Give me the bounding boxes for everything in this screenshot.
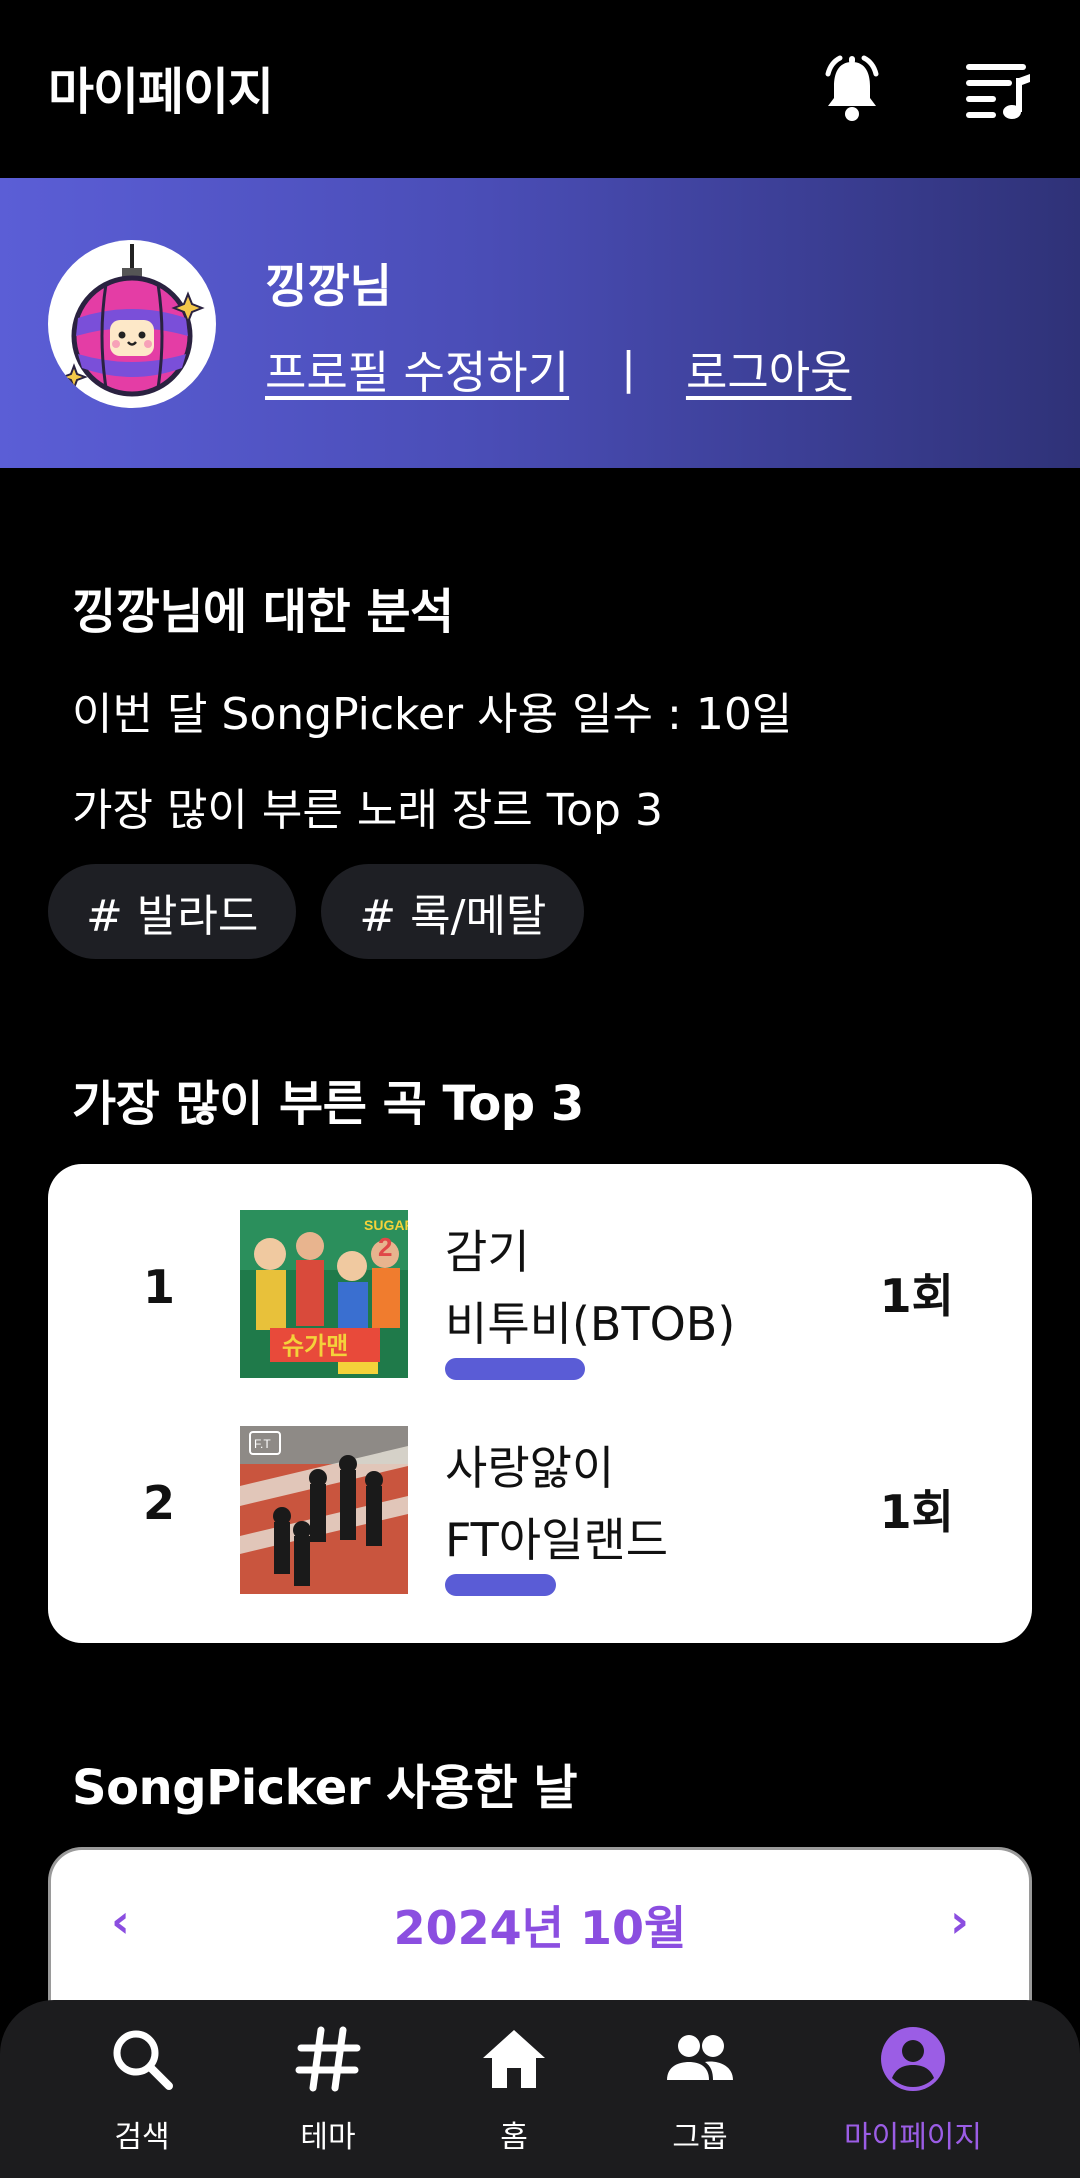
user-nickname: 낑깡님 [265,259,392,313]
play-count: 1회 [879,1269,954,1323]
genre-tags: # 발라드 # 록/메탈 [48,864,585,959]
nav-label: 마이페이지 [844,2120,982,2155]
song-row[interactable]: 2 F.T 사랑앓이 FT아일랜드 1회 [48,1426,1032,1596]
album-cover: F.T [240,1426,408,1594]
account-icon [881,2027,945,2091]
link-separator: | [621,343,636,394]
svg-text:F.T: F.T [254,1437,271,1451]
nav-mypage[interactable]: 마이페이지 [820,2000,1006,2178]
nav-search[interactable]: 검색 [49,2000,235,2178]
calendar-month: 2024년 10월 [393,1901,687,1955]
play-count-bar [445,1574,556,1596]
song-row[interactable]: 1 SUGAR 2 슈가맨 감기 비투비(BTOB) [48,1210,1032,1380]
group-icon [667,2035,733,2080]
top-songs-title: 가장 많이 부른 곡 Top 3 [72,1076,584,1132]
nav-group[interactable]: 그룹 [607,2000,793,2178]
nav-label: 그룹 [672,2120,728,2155]
nav-label: 홈 [500,2120,528,2155]
hashtag-icon [295,2026,361,2092]
app-header: 마이페이지 [0,0,1080,178]
svg-text:2: 2 [378,1232,392,1262]
disco-ball-avatar [60,244,205,397]
song-artist: 비투비(BTOB) [445,1297,736,1351]
song-title: 사랑앓이 [445,1441,615,1495]
svg-text:슈가맨: 슈가맨 [282,1332,348,1360]
nav-theme[interactable]: 테마 [235,2000,421,2178]
edit-profile-link[interactable]: 프로필 수정하기 [265,336,569,401]
avatar[interactable] [48,240,216,408]
top-songs-card: 1 SUGAR 2 슈가맨 감기 비투비(BTOB) [48,1164,1032,1643]
usage-days-text: 이번 달 SongPicker 사용 일수 : 10일 [72,689,793,740]
profile-actions: 프로필 수정하기 | 로그아웃 [265,336,852,401]
song-artist: FT아일랜드 [445,1513,669,1567]
album-cover: SUGAR 2 슈가맨 [240,1210,408,1378]
bell-icon[interactable] [820,52,884,124]
analysis-title: 낑깡님에 대한 분석 [72,584,454,640]
genre-tag[interactable]: # 발라드 [48,864,297,959]
page-title: 마이페이지 [48,63,274,121]
home-icon [483,2030,545,2088]
svg-text:SUGAR: SUGAR [364,1217,408,1233]
top-genre-heading: 가장 많이 부른 노래 장르 Top 3 [72,785,663,836]
search-icon [113,2030,173,2090]
song-rank: 2 [143,1476,176,1530]
nav-home[interactable]: 홈 [421,2000,607,2178]
play-count-bar [445,1358,585,1380]
play-count: 1회 [879,1485,954,1539]
song-rank: 1 [143,1260,176,1314]
song-title: 감기 [445,1225,530,1279]
calendar-title: SongPicker 사용한 날 [72,1760,578,1816]
genre-tag[interactable]: # 록/메탈 [321,864,585,959]
bottom-nav: 검색 테마 홈 그룹 마이페이지 [0,2000,1080,2178]
profile-banner: 낑깡님 프로필 수정하기 | 로그아웃 [0,178,1080,468]
music-queue-icon[interactable] [964,58,1032,120]
nav-label: 테마 [300,2120,356,2155]
nav-label: 검색 [114,2120,170,2155]
next-month-button[interactable]: › [950,1894,969,1948]
logout-link[interactable]: 로그아웃 [686,336,852,401]
